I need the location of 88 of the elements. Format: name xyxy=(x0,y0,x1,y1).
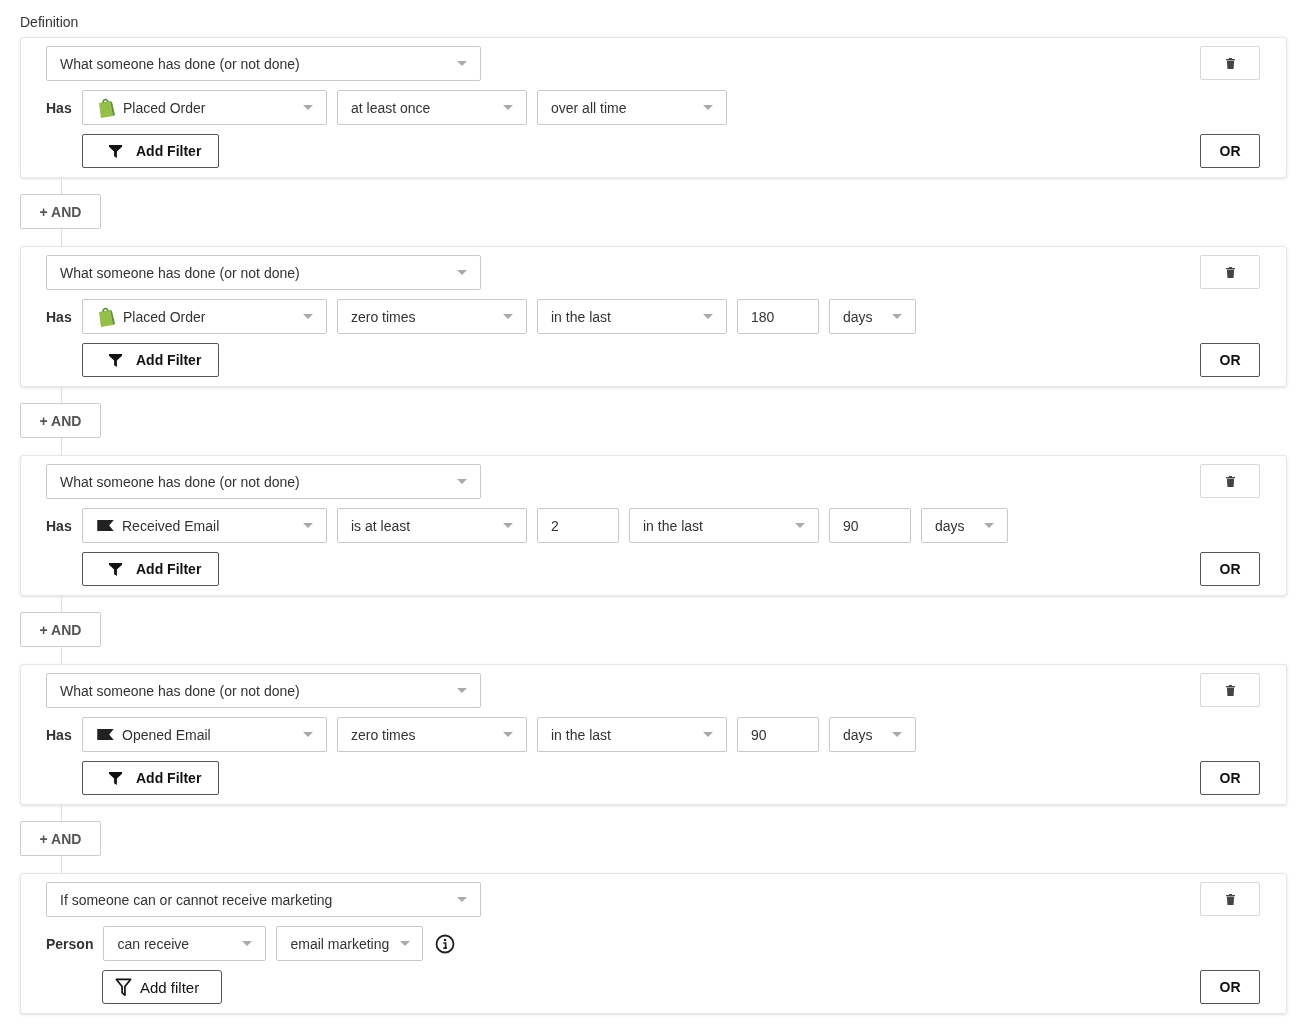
caret-icon xyxy=(457,479,467,484)
section-heading: Definition xyxy=(20,14,80,30)
caret-icon xyxy=(503,732,513,737)
flag-icon xyxy=(97,729,114,740)
caret-icon xyxy=(703,105,713,110)
filter-icon xyxy=(109,144,122,158)
caret-icon xyxy=(303,105,313,110)
caret-icon xyxy=(703,314,713,319)
add-filter-button[interactable]: Add Filter xyxy=(82,343,219,377)
delete-button[interactable] xyxy=(1200,464,1260,498)
caret-icon xyxy=(457,897,467,902)
condition-type-select[interactable]: What someone has done (or not done) xyxy=(46,464,481,499)
caret-icon xyxy=(303,523,313,528)
trash-icon xyxy=(1225,266,1235,278)
dropdown[interactable]: at least once xyxy=(337,90,527,125)
number-field[interactable]: 90 xyxy=(737,717,819,752)
row-label: Person xyxy=(46,935,94,952)
condition-type-select[interactable]: If someone can or cannot receive marketing xyxy=(46,882,481,917)
row-label: Has xyxy=(46,517,72,534)
trash-icon xyxy=(1225,684,1235,696)
dropdown[interactable]: email marketing xyxy=(276,926,424,961)
flag-icon xyxy=(97,520,114,531)
delete-button[interactable] xyxy=(1200,46,1260,80)
dropdown[interactable]: days xyxy=(829,299,916,334)
caret-icon xyxy=(242,941,253,946)
metric-select[interactable]: Received Email xyxy=(82,508,327,543)
dropdown[interactable]: over all time xyxy=(537,90,727,125)
or-button[interactable]: OR xyxy=(1200,761,1260,795)
delete-button[interactable] xyxy=(1200,673,1260,707)
add-filter-button[interactable]: Add Filter xyxy=(82,761,219,795)
dropdown[interactable]: days xyxy=(921,508,1008,543)
caret-icon xyxy=(303,732,313,737)
filter-icon xyxy=(109,353,122,367)
trash-icon xyxy=(1225,475,1235,487)
caret-icon xyxy=(503,523,513,528)
or-button[interactable]: OR xyxy=(1200,343,1260,377)
row-label: Has xyxy=(46,726,72,743)
caret-icon xyxy=(795,523,805,528)
caret-icon xyxy=(400,941,411,946)
or-button[interactable]: OR xyxy=(1200,552,1260,586)
caret-icon xyxy=(457,688,467,693)
shopping-bag-icon xyxy=(97,97,115,118)
dropdown[interactable]: in the last xyxy=(537,717,727,752)
row-label: Has xyxy=(46,308,72,325)
caret-icon xyxy=(503,314,513,319)
and-button[interactable]: + AND xyxy=(20,612,101,647)
caret-icon xyxy=(892,314,902,319)
or-button[interactable]: OR xyxy=(1200,970,1260,1004)
filter-icon xyxy=(115,977,132,997)
trash-icon xyxy=(1225,893,1235,905)
metric-select[interactable]: Placed Order xyxy=(82,299,327,334)
filter-icon xyxy=(109,771,122,785)
row-label: Has xyxy=(46,99,72,116)
caret-icon xyxy=(984,523,994,528)
dropdown[interactable]: zero times xyxy=(337,717,527,752)
or-button[interactable]: OR xyxy=(1200,134,1260,168)
caret-icon xyxy=(457,270,467,275)
add-filter-button[interactable]: Add Filter xyxy=(82,134,219,168)
and-button[interactable]: + AND xyxy=(20,821,101,856)
caret-icon xyxy=(303,314,313,319)
info-icon[interactable] xyxy=(435,933,456,954)
caret-icon xyxy=(503,105,513,110)
condition-type-select[interactable]: What someone has done (or not done) xyxy=(46,46,481,81)
dropdown[interactable]: zero times xyxy=(337,299,527,334)
metric-select[interactable]: Placed Order xyxy=(82,90,327,125)
condition-type-select[interactable]: What someone has done (or not done) xyxy=(46,673,481,708)
number-field[interactable]: 2 xyxy=(537,508,619,543)
dropdown[interactable]: can receive xyxy=(103,926,267,961)
metric-select[interactable]: Opened Email xyxy=(82,717,327,752)
and-button[interactable]: + AND xyxy=(20,403,101,438)
filter-icon xyxy=(109,562,122,576)
number-field[interactable]: 90 xyxy=(829,508,911,543)
caret-icon xyxy=(457,61,467,66)
dropdown[interactable]: in the last xyxy=(629,508,819,543)
and-button[interactable]: + AND xyxy=(20,194,101,229)
caret-icon xyxy=(703,732,713,737)
delete-button[interactable] xyxy=(1200,255,1260,289)
shopping-bag-icon xyxy=(97,306,115,327)
dropdown[interactable]: in the last xyxy=(537,299,727,334)
add-filter-button[interactable]: Add Filter xyxy=(82,552,219,586)
delete-button[interactable] xyxy=(1200,882,1260,916)
trash-icon xyxy=(1225,57,1235,69)
number-field[interactable]: 180 xyxy=(737,299,819,334)
dropdown[interactable]: is at least xyxy=(337,508,527,543)
dropdown[interactable]: days xyxy=(829,717,916,752)
caret-icon xyxy=(892,732,902,737)
add-filter-button[interactable]: Add filter xyxy=(102,970,222,1004)
condition-type-select[interactable]: What someone has done (or not done) xyxy=(46,255,481,290)
